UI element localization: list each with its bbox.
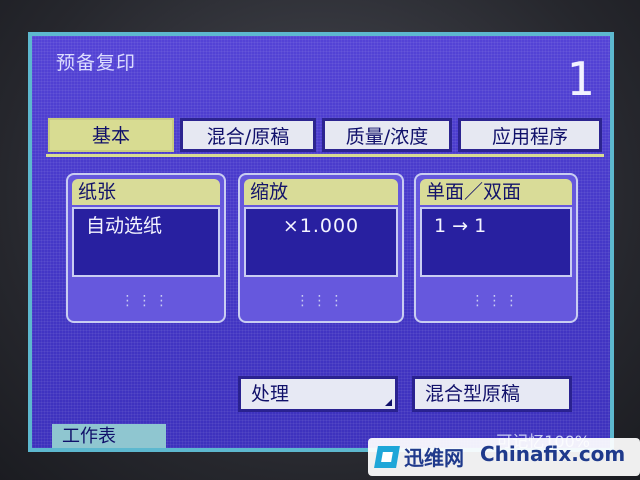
watermark: 迅维网 Chinafix.com xyxy=(368,438,640,476)
watermark-cn-text: 迅维网 xyxy=(404,446,464,470)
tab-mixed-original[interactable]: 混合/原稿 xyxy=(180,118,316,152)
job-list-button[interactable]: 工作表 xyxy=(52,424,166,448)
duplex-value: 1 → 1 xyxy=(420,207,572,277)
screen-title: 预备复印 xyxy=(56,52,137,74)
chinafix-logo-icon xyxy=(374,446,400,468)
more-dots-icon: ⋮⋮⋮ xyxy=(470,293,522,309)
paper-value: 自动选纸 xyxy=(72,207,220,277)
lcd-screen: 预备复印 1 基本 混合/原稿 质量/浓度 应用程序 纸张 自动选纸 ⋮⋮⋮ 缩… xyxy=(28,32,614,452)
more-dots-icon: ⋮⋮⋮ xyxy=(120,293,172,309)
copy-count: 1 xyxy=(566,52,594,106)
tab-basic[interactable]: 基本 xyxy=(48,118,174,152)
paper-setting-button[interactable]: 纸张 自动选纸 ⋮⋮⋮ xyxy=(66,173,226,323)
zoom-value: ×1.000 xyxy=(244,207,398,277)
tab-applications[interactable]: 应用程序 xyxy=(458,118,602,152)
paper-label: 纸张 xyxy=(72,179,220,205)
duplex-label: 单面／双面 xyxy=(420,179,572,205)
duplex-setting-button[interactable]: 单面／双面 1 → 1 ⋮⋮⋮ xyxy=(414,173,578,323)
more-dots-icon: ⋮⋮⋮ xyxy=(295,293,347,309)
zoom-setting-button[interactable]: 缩放 ×1.000 ⋮⋮⋮ xyxy=(238,173,404,323)
process-button[interactable]: 处理 xyxy=(238,376,398,412)
mixed-original-button[interactable]: 混合型原稿 xyxy=(412,376,572,412)
zoom-label: 缩放 xyxy=(244,179,398,205)
watermark-en-text: Chinafix.com xyxy=(480,442,626,466)
tab-quality-density[interactable]: 质量/浓度 xyxy=(322,118,452,152)
